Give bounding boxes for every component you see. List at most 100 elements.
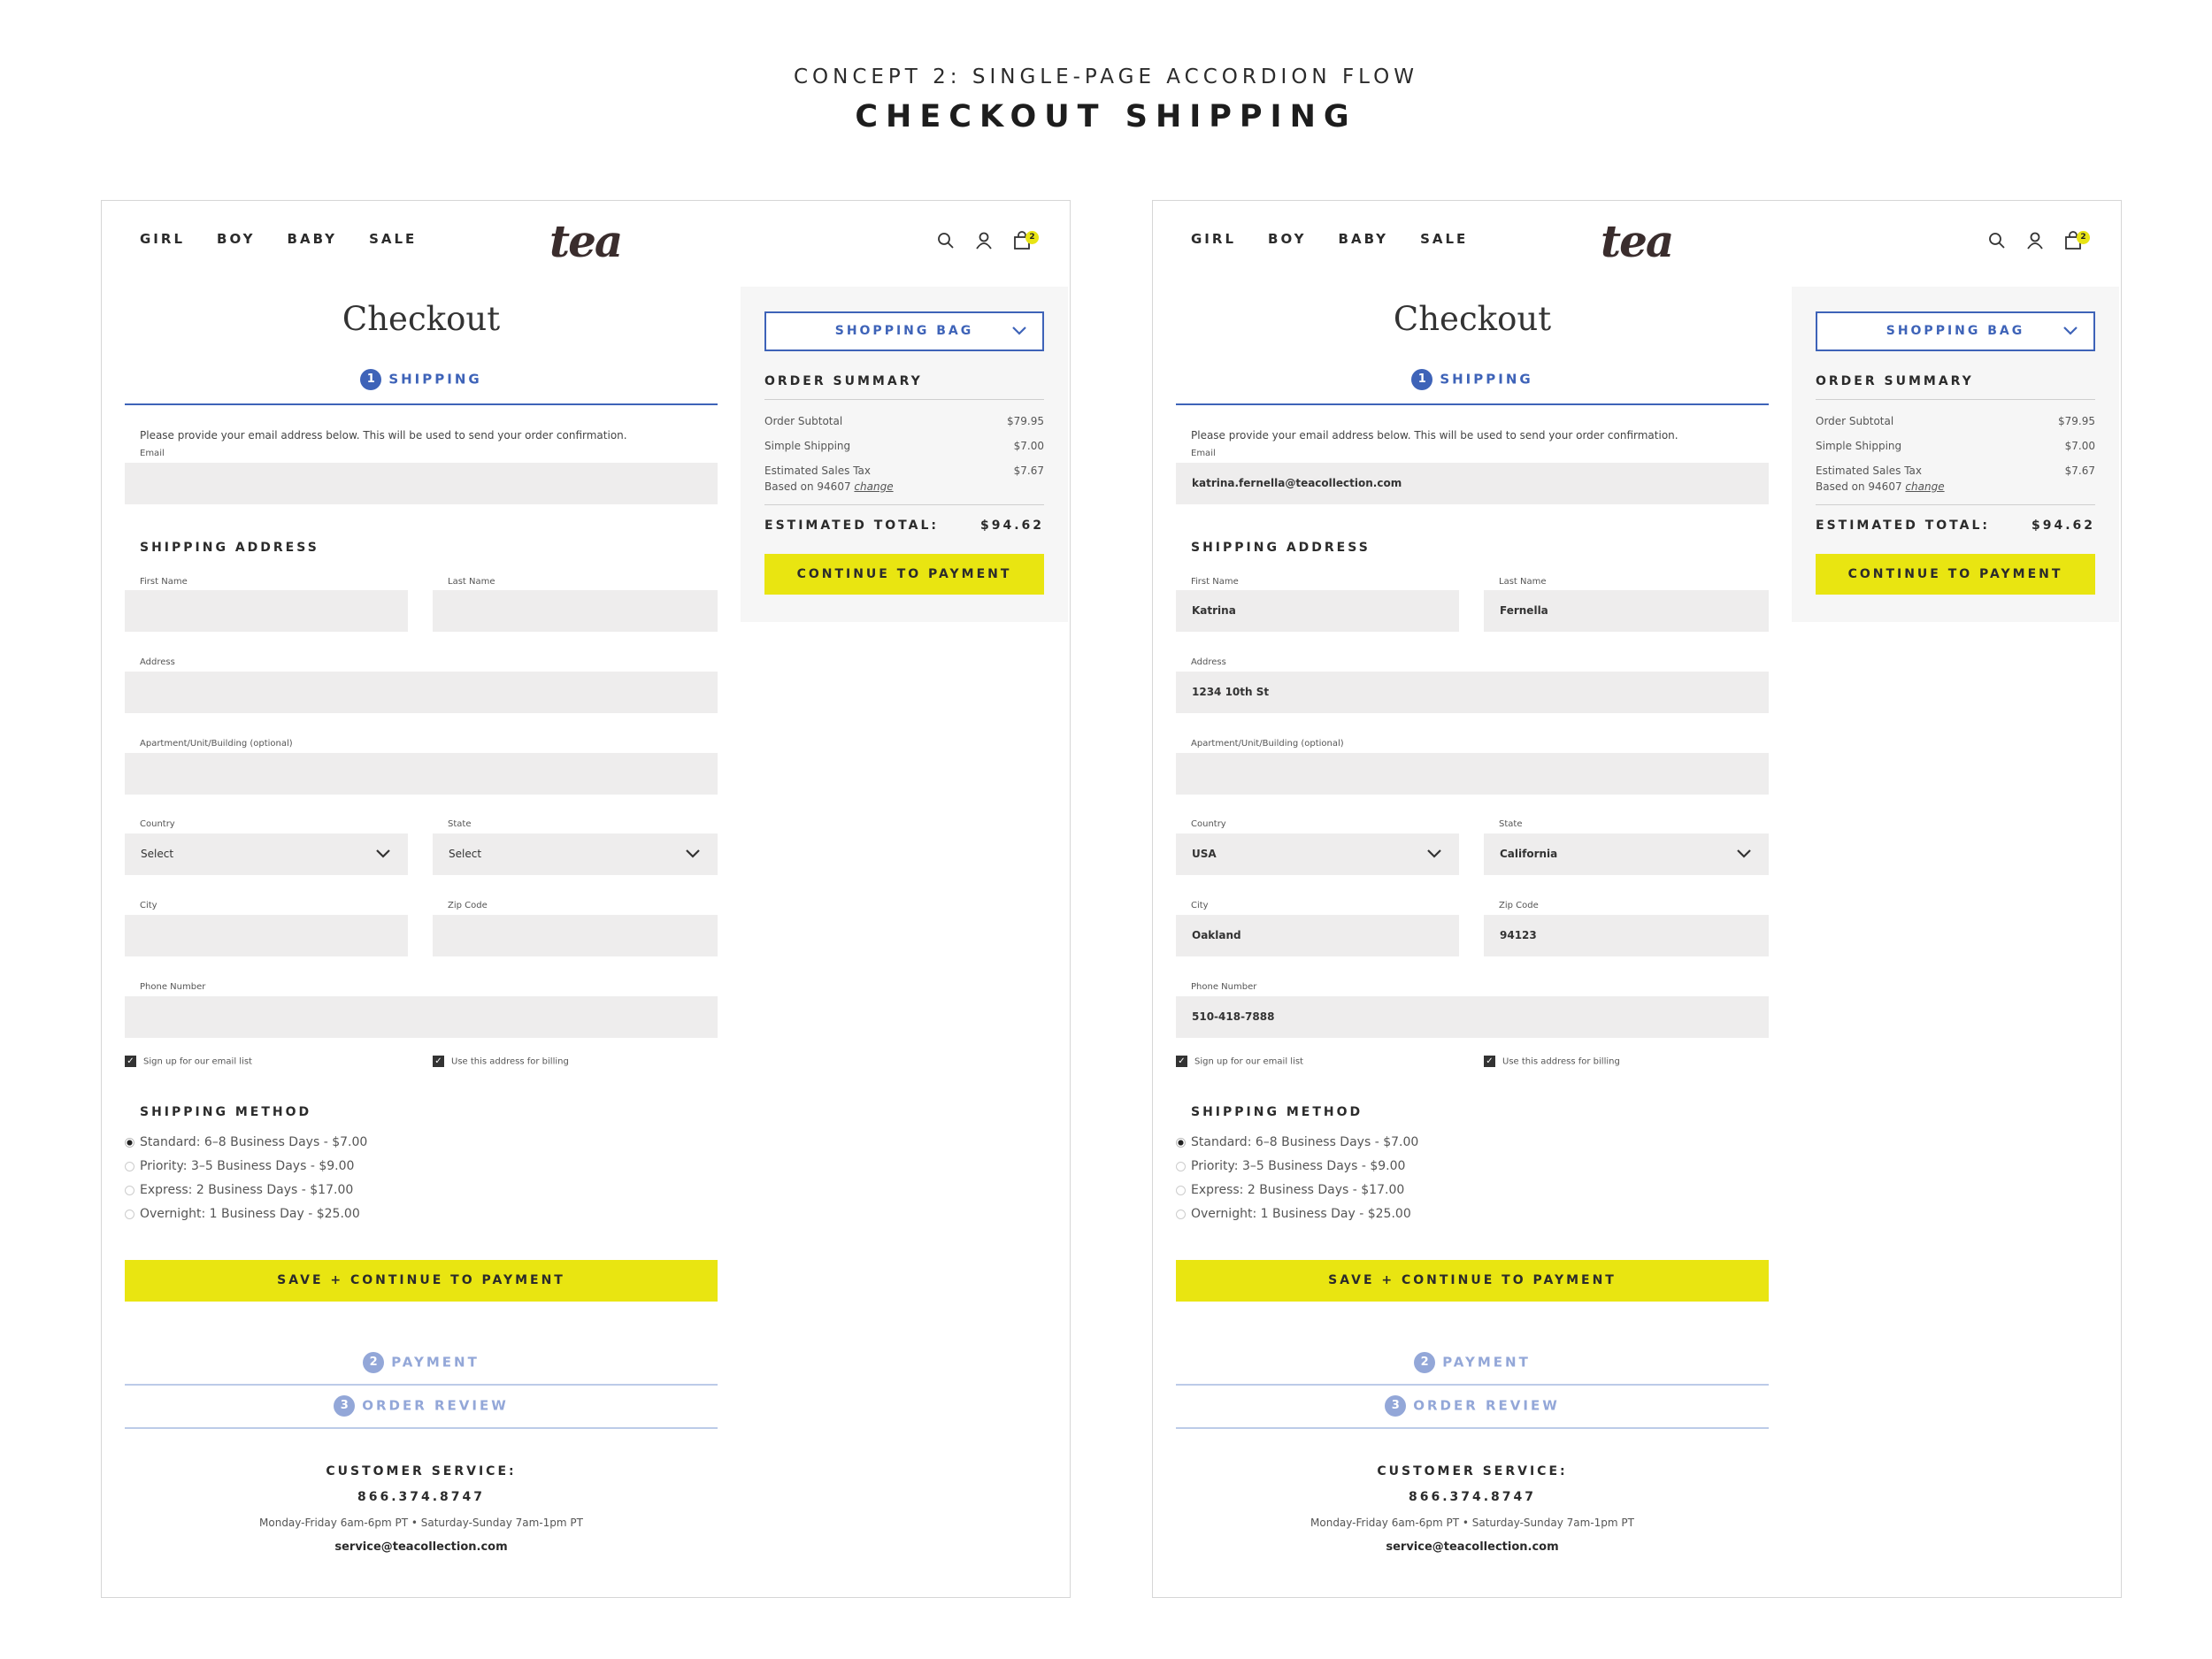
address-field[interactable]: 1234 10th St (1176, 672, 1769, 713)
last-name-field[interactable] (433, 590, 718, 632)
header-icons: 2 (1988, 231, 2094, 256)
zip-field[interactable] (433, 915, 718, 956)
nav-girl[interactable]: GIRL (140, 231, 185, 247)
phone-field[interactable] (125, 996, 718, 1038)
shipping-option-priority[interactable]: Priority: 3–5 Business Days - $9.00 (1176, 1159, 1405, 1173)
email-list-checkbox[interactable]: ✓ Sign up for our email list (125, 1056, 252, 1069)
shopping-bag-button[interactable]: SHOPPING BAG (764, 311, 1044, 351)
order-summary-heading: ORDER SUMMARY (764, 374, 923, 388)
tax-row: Estimated Sales Tax $7.67 (1816, 465, 2095, 477)
step-label: PAYMENT (1442, 1354, 1531, 1371)
shipping-method-heading: SHIPPING METHOD (140, 1105, 312, 1119)
bag-icon[interactable]: 2 (1013, 231, 1039, 254)
nav-baby[interactable]: BABY (1339, 231, 1389, 247)
billing-checkbox[interactable]: ✓ Use this address for billing (433, 1056, 569, 1069)
page-title: CHECKOUT SHIPPING (855, 99, 1357, 134)
billing-checkbox[interactable]: ✓ Use this address for billing (1484, 1056, 1620, 1069)
save-continue-button[interactable]: SAVE + CONTINUE TO PAYMENT (125, 1260, 718, 1302)
email-intro: Please provide your email address below.… (1191, 429, 1678, 442)
apt-label: Apartment/Unit/Building (optional) (1191, 739, 1344, 749)
chevron-down-icon (684, 833, 702, 893)
tax-change-link[interactable]: change (854, 480, 893, 493)
search-icon[interactable] (1988, 231, 2006, 254)
state-select[interactable]: California (1484, 833, 1769, 875)
first-name-field[interactable]: Katrina (1176, 590, 1459, 632)
shipping-option-priority[interactable]: Priority: 3–5 Business Days - $9.00 (125, 1159, 354, 1173)
tea-logo[interactable]: tea (549, 215, 623, 267)
step-order-review[interactable]: 3 ORDER REVIEW (1176, 1395, 1769, 1417)
apt-field[interactable] (125, 753, 718, 795)
shipping-option-express[interactable]: Express: 2 Business Days - $17.00 (1176, 1183, 1404, 1197)
city-label: City (140, 901, 157, 910)
state-value: California (1500, 848, 1558, 860)
customer-service-phone[interactable]: 866.374.8747 (125, 1490, 718, 1504)
step-label: SHIPPING (388, 371, 482, 388)
subtotal-label: Order Subtotal (1816, 415, 1894, 427)
step-divider (125, 403, 718, 405)
option-label: Priority: 3–5 Business Days - $9.00 (140, 1159, 355, 1173)
main-nav: GIRL BOY BABY SALE (1191, 231, 1500, 247)
step-number: 2 (1414, 1352, 1436, 1373)
nav-boy[interactable]: BOY (1268, 231, 1307, 247)
first-name-label: First Name (1191, 577, 1239, 587)
city-field[interactable]: Oakland (1176, 915, 1459, 956)
tax-change-link[interactable]: change (1905, 480, 1944, 493)
step-shipping[interactable]: 1 SHIPPING (125, 369, 718, 390)
state-select[interactable]: Select (433, 833, 718, 875)
user-icon[interactable] (2026, 231, 2044, 254)
shipping-option-express[interactable]: Express: 2 Business Days - $17.00 (125, 1183, 353, 1197)
bag-count-badge: 2 (2077, 231, 2090, 244)
step-payment[interactable]: 2 PAYMENT (1176, 1352, 1769, 1373)
customer-service-email[interactable]: service@teacollection.com (125, 1540, 718, 1554)
save-continue-button[interactable]: SAVE + CONTINUE TO PAYMENT (1176, 1260, 1769, 1302)
option-label: Express: 2 Business Days - $17.00 (140, 1183, 354, 1197)
zip-field[interactable]: 94123 (1484, 915, 1769, 956)
customer-service-email[interactable]: service@teacollection.com (1176, 1540, 1769, 1554)
subtotal-value: $79.95 (1007, 415, 1044, 427)
nav-sale[interactable]: SALE (1420, 231, 1468, 247)
estimated-total-row: ESTIMATED TOTAL: $94.62 (1816, 518, 2095, 533)
search-icon[interactable] (937, 231, 955, 254)
continue-to-payment-button[interactable]: CONTINUE TO PAYMENT (764, 554, 1044, 595)
step-shipping[interactable]: 1 SHIPPING (1176, 369, 1769, 390)
shipping-option-overnight[interactable]: Overnight: 1 Business Day - $25.00 (1176, 1207, 1411, 1221)
apt-field[interactable] (1176, 753, 1769, 795)
nav-boy[interactable]: BOY (217, 231, 256, 247)
bag-count-badge: 2 (1025, 231, 1039, 244)
tea-logo[interactable]: tea (1601, 215, 1674, 267)
step-order-review[interactable]: 3 ORDER REVIEW (125, 1395, 718, 1417)
continue-to-payment-button[interactable]: CONTINUE TO PAYMENT (1816, 554, 2095, 595)
subtotal-row: Order Subtotal $79.95 (764, 415, 1044, 427)
shipping-method-heading: SHIPPING METHOD (1191, 1105, 1363, 1119)
nav-sale[interactable]: SALE (369, 231, 417, 247)
radio-selected-icon (125, 1137, 134, 1148)
shipping-option-standard[interactable]: Standard: 6–8 Business Days - $7.00 (125, 1135, 367, 1149)
tax-label: Estimated Sales Tax (1816, 465, 1922, 477)
checkout-frame-filled: GIRL BOY BABY SALE tea 2 Checkout 1 SHIPPING… (1152, 200, 2122, 1598)
nav-girl[interactable]: GIRL (1191, 231, 1236, 247)
tax-note: Based on 94607 (764, 480, 851, 493)
shipping-option-overnight[interactable]: Overnight: 1 Business Day - $25.00 (125, 1207, 360, 1221)
user-icon[interactable] (975, 231, 993, 254)
last-name-label: Last Name (1499, 577, 1547, 587)
email-field[interactable] (125, 463, 718, 504)
nav-baby[interactable]: BABY (288, 231, 338, 247)
customer-service-phone[interactable]: 866.374.8747 (1176, 1490, 1769, 1504)
apt-label: Apartment/Unit/Building (optional) (140, 739, 293, 749)
email-list-checkbox[interactable]: ✓ Sign up for our email list (1176, 1056, 1303, 1069)
country-select[interactable]: Select (125, 833, 408, 875)
email-field[interactable]: katrina.fernella@teacollection.com (1176, 463, 1769, 504)
bag-icon[interactable]: 2 (2064, 231, 2090, 254)
shopping-bag-button[interactable]: SHOPPING BAG (1816, 311, 2095, 351)
summary-divider (764, 504, 1044, 505)
phone-field[interactable]: 510-418-7888 (1176, 996, 1769, 1038)
country-select[interactable]: USA (1176, 833, 1459, 875)
address-field[interactable] (125, 672, 718, 713)
city-field[interactable] (125, 915, 408, 956)
step-payment[interactable]: 2 PAYMENT (125, 1352, 718, 1373)
first-name-field[interactable] (125, 590, 408, 632)
checkmark-icon: ✓ (1176, 1056, 1187, 1067)
shipping-option-standard[interactable]: Standard: 6–8 Business Days - $7.00 (1176, 1135, 1418, 1149)
checkbox-label: Use this address for billing (451, 1056, 569, 1067)
last-name-field[interactable]: Fernella (1484, 590, 1769, 632)
